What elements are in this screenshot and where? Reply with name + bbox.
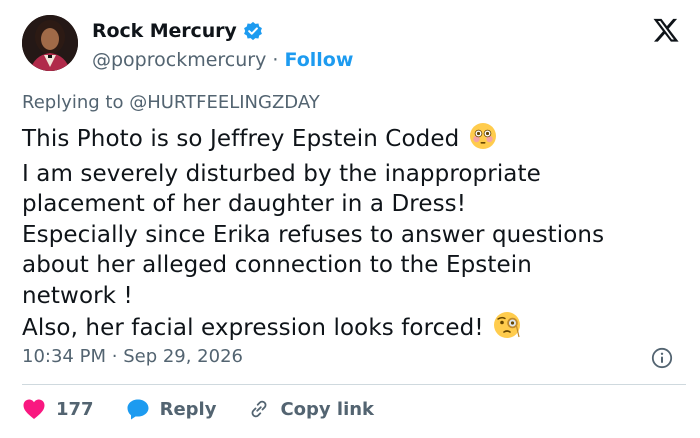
author-name-row: Rock Mercury: [92, 20, 263, 42]
reply-label: Reply: [159, 398, 217, 420]
avatar[interactable]: [22, 15, 78, 71]
timestamp-separator: ·: [111, 346, 118, 367]
reply-button[interactable]: Reply: [126, 398, 217, 420]
tweet-line-6: network !: [22, 282, 133, 309]
replying-to: Replying to @HURTFEELINGZDAY: [22, 92, 320, 113]
tweet-line-2: I am severely disturbed by the inappropr…: [22, 160, 541, 187]
x-logo-icon[interactable]: [652, 16, 680, 44]
handle-separator: ·: [272, 49, 279, 71]
tweet-date: Sep 29, 2026: [123, 346, 243, 367]
follow-button[interactable]: Follow: [285, 49, 354, 71]
reply-bubble-icon: [127, 399, 149, 420]
copy-link-button[interactable]: Copy link: [248, 398, 374, 420]
face-with-monocle-emoji: [493, 311, 523, 348]
info-icon[interactable]: [651, 347, 673, 369]
link-icon: [252, 400, 267, 418]
tweet-line-7: Also, her facial expression looks forced…: [22, 315, 484, 341]
tweet-line-4: Especially since Erika refuses to answer…: [22, 221, 605, 248]
replying-prefix: Replying to: [22, 92, 124, 113]
heart-icon: [23, 399, 45, 419]
tweet-line-5: about her alleged connection to the Epst…: [22, 252, 532, 278]
tweet-card: Rock Mercury @poprockmercury · Follow Re…: [0, 0, 700, 438]
tweet-time: 10:34 PM: [22, 346, 106, 367]
flushed-face-emoji: [469, 122, 497, 159]
tweet-text: This Photo is so Jeffrey Epstein Coded I…: [22, 122, 682, 348]
author-handle-row: @poprockmercury · Follow: [92, 49, 353, 71]
tweet-line-1: This Photo is so Jeffrey Epstein Coded: [22, 126, 460, 152]
tweet-line-3: placement of her daughter in a Dress!: [22, 191, 467, 217]
like-button[interactable]: 177: [22, 398, 94, 420]
tweet-timestamp[interactable]: 10:34 PM · Sep 29, 2026: [22, 346, 243, 367]
actions-divider: [22, 384, 686, 385]
verified-badge-icon: [243, 21, 263, 41]
like-count: 177: [56, 398, 94, 420]
tweet-actions: 177 Reply Copy link: [22, 398, 374, 420]
author-name[interactable]: Rock Mercury: [92, 20, 237, 42]
copy-link-label: Copy link: [280, 398, 375, 420]
author-handle[interactable]: @poprockmercury: [92, 49, 266, 71]
replying-mention[interactable]: @HURTFEELINGZDAY: [129, 92, 320, 113]
